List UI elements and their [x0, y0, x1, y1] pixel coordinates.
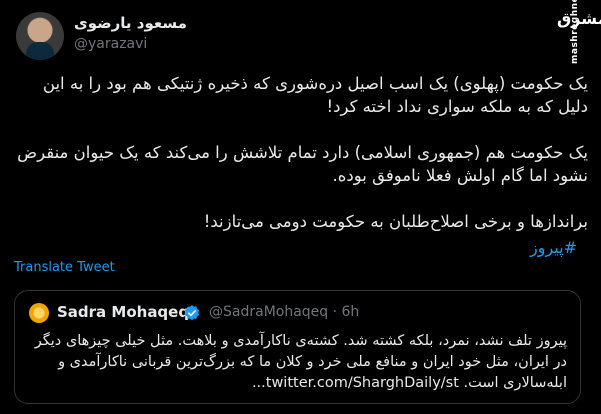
tweet-paragraph: براندازها و برخی اصلاح‌طلبان به حکومت دو… [203, 212, 588, 231]
brand-site-text: mashreghnews.ir [570, 0, 580, 64]
author-handle[interactable]: @yarazavi [74, 36, 147, 52]
quoted-tweet[interactable]: Sadra Mohaqeq @SadraMohaqeq · 6h پیروز ت… [14, 290, 581, 404]
quoted-author-avatar [29, 303, 49, 323]
tweet-paragraph: یک حکومت (پهلوی) یک اسب اصیل دره‌شوری که… [42, 74, 588, 116]
brand-watermark: مشرق mashreghnews.ir [557, 0, 601, 64]
tweet-body: یک حکومت (پهلوی) یک اسب اصیل دره‌شوری که… [14, 72, 588, 256]
tweet-paragraph: یک حکومت هم (جمهوری اسلامی) دارد تمام تل… [17, 143, 588, 185]
tweet-header: مسعود یارضوی @yarazavi مشرق mashreghnews… [0, 0, 601, 70]
quoted-handle-time: @SadraMohaqeq · 6h [209, 304, 360, 320]
author-avatar[interactable] [16, 12, 64, 60]
hashtag-link[interactable]: #پیروز [530, 238, 577, 257]
quoted-author-name: Sadra Mohaqeq [57, 303, 190, 321]
author-name[interactable]: مسعود یارضوی [74, 14, 187, 32]
verified-badge-icon [184, 305, 200, 321]
quoted-tweet-text: پیروز تلف نشد، نمرد، بلکه کشته شد. کشته‌… [34, 333, 567, 391]
translate-tweet-link[interactable]: Translate Tweet [14, 260, 115, 275]
